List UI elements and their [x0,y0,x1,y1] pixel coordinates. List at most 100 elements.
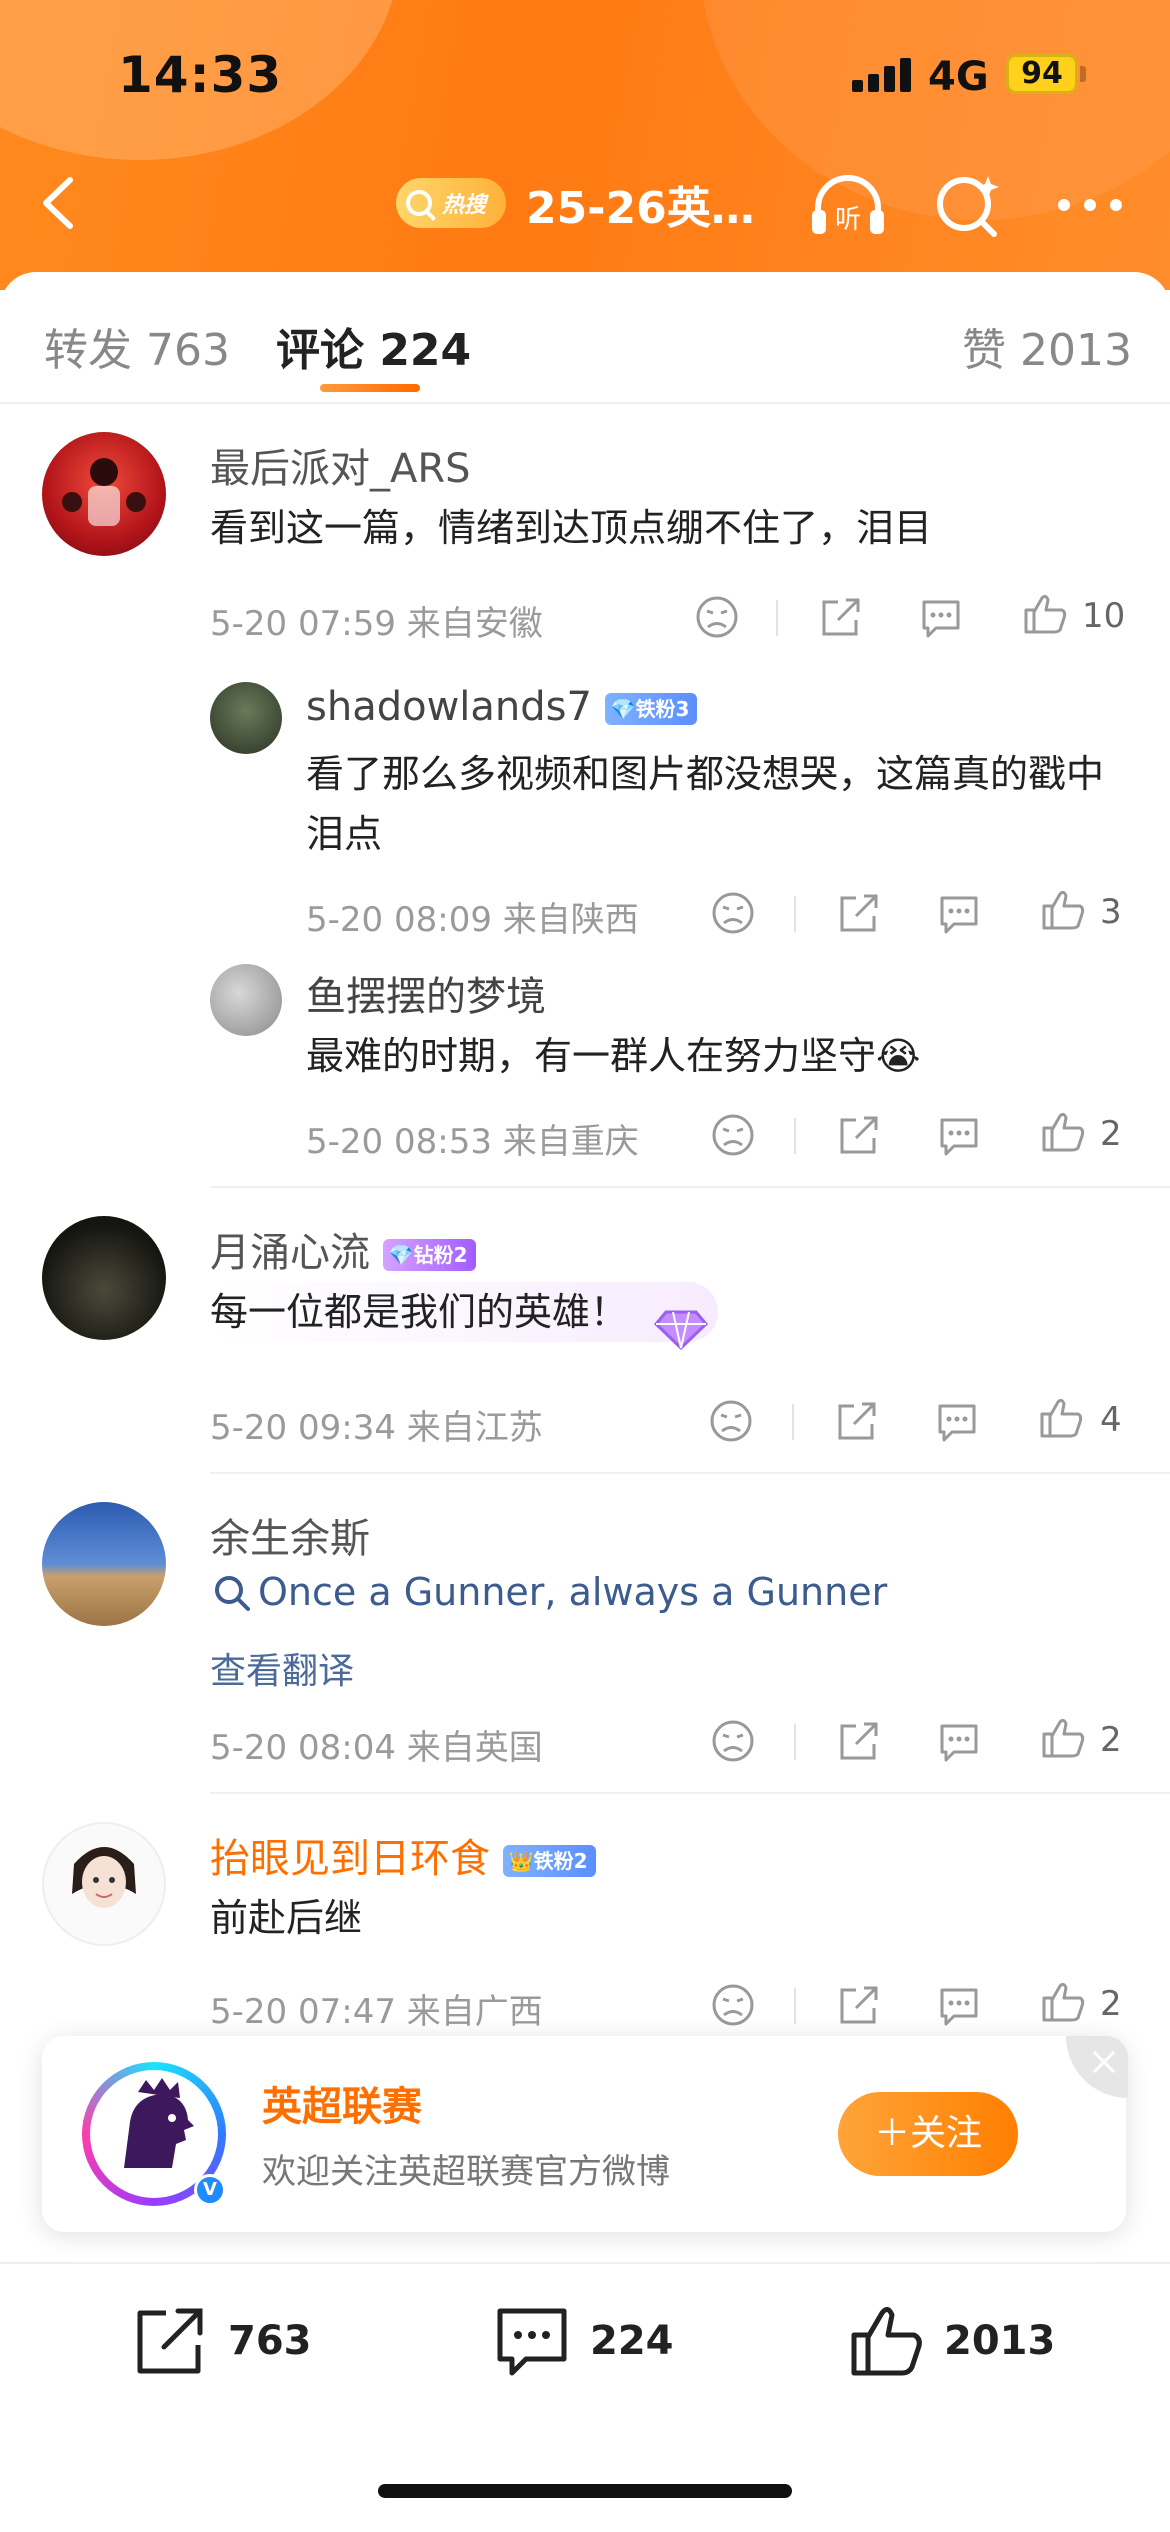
more-dots-icon [1058,199,1122,211]
tab-repost[interactable]: 转发 763 [44,314,230,378]
comment-icon [497,2308,567,2376]
reply-icon[interactable] [934,1110,984,1160]
separator [794,1988,796,2024]
like-count: 3 [1100,892,1122,932]
dislike-face-icon[interactable] [706,1396,756,1446]
avatar[interactable]: V [82,2062,226,2206]
dislike-face-icon[interactable] [708,888,758,938]
account-description: 欢迎关注英超联赛官方微博 [262,2152,670,2192]
battery-icon: 94 [1006,54,1078,94]
share-icon[interactable] [832,1396,882,1446]
like-count: 2 [1100,1720,1122,1760]
comment-username[interactable]: 月涌心流 💎钻粉2 [210,1220,476,1278]
headphones-icon: 听 [812,175,884,235]
follow-button[interactable]: ＋关注 [838,2092,1018,2176]
like-icon[interactable] [1038,884,1088,934]
like-icon[interactable] [1036,1392,1086,1442]
comment-meta: 5-20 07:47 来自广西 [210,1992,543,2032]
reply-icon[interactable] [934,1980,984,2030]
comment-username[interactable]: 抬眼见到日环食 👑铁粉2 [210,1826,596,1884]
like-count: 10 [1082,596,1126,636]
separator [794,1118,796,1154]
diamond-decoration-icon [653,1310,709,1351]
home-indicator[interactable] [378,2484,792,2498]
dislike-face-icon[interactable] [708,1716,758,1766]
hot-search-badge[interactable]: 热搜 [396,178,506,228]
reply-icon[interactable] [916,592,966,642]
repost-count: 763 [228,2318,312,2364]
translate-link[interactable]: 查看翻译 [210,1642,354,1694]
search-button[interactable] [928,170,1008,240]
share-icon[interactable] [834,888,884,938]
avatar-image [62,458,146,526]
like-icon[interactable] [1038,1106,1088,1156]
more-button[interactable] [1052,170,1132,240]
status-time: 14:33 [118,46,283,104]
close-icon [1092,2050,1116,2074]
avatar[interactable] [42,1822,166,1946]
account-name[interactable]: 英超联赛 [262,2074,422,2132]
dislike-face-icon[interactable] [708,1980,758,2030]
reply-text: 最难的时期，有一群人在努力坚守😭 [306,1034,921,1078]
comment-text: 每一位都是我们的英雄！ [210,1282,719,1342]
dislike-face-icon[interactable] [708,1110,758,1160]
avatar[interactable] [42,1502,166,1626]
avatar[interactable] [210,682,282,754]
share-icon [137,2308,203,2374]
back-button[interactable] [30,168,90,238]
reply-username[interactable]: shadowlands7 💎铁粉3 [306,684,698,730]
comment-meta: 5-20 07:59 来自安徽 [210,604,543,644]
comment-meta: 5-20 09:34 来自江苏 [210,1408,543,1448]
dislike-face-icon[interactable] [692,592,742,642]
tab-likes[interactable]: 赞 2013 [962,314,1132,378]
fan-badge: 💎钻粉2 [382,1239,476,1271]
reply-icon[interactable] [934,888,984,938]
tab-indicator [320,384,420,392]
reply-icon[interactable] [932,1396,982,1446]
separator [794,1724,796,1760]
like-icon[interactable] [1038,1712,1088,1762]
listen-label: 听 [835,205,861,235]
battery-cap [1080,66,1086,82]
like-icon[interactable] [1038,1976,1088,2026]
like-icon[interactable] [1020,588,1070,638]
comment-button[interactable]: 224 [492,2296,674,2386]
search-icon [215,1576,250,1611]
avatar-image [72,1847,136,1908]
share-icon[interactable] [834,1716,884,1766]
like-count: 2 [1100,1114,1122,1154]
fan-badge: 👑铁粉2 [502,1845,596,1877]
chevron-left-icon [43,177,73,229]
like-button[interactable]: 2013 [846,2296,1055,2386]
search-icon [406,190,432,216]
tab-bar: 转发 763 评论 224 赞 2013 [0,272,1170,404]
comment-username[interactable]: 余生余斯 [210,1506,370,1564]
reply-text: 看了那么多视频和图片都没想哭，这篇真的戳中 泪点 [306,752,1105,856]
top-header [0,0,1170,290]
avatar[interactable] [210,964,282,1036]
share-icon[interactable] [834,1110,884,1160]
share-icon[interactable] [834,1980,884,2030]
reply-meta: 5-20 08:53 来自重庆 [306,1122,639,1162]
verified-badge-icon: V [194,2174,226,2206]
comment-username[interactable]: 最后派对_ARS [210,436,471,494]
separator [794,896,796,932]
network-label: 4G [928,54,989,100]
tab-comments[interactable]: 评论 224 [276,314,471,378]
avatar[interactable] [42,1216,166,1340]
reply-username[interactable]: 鱼摆摆的梦境 [306,964,546,1022]
divider [210,1186,1170,1188]
repost-button[interactable]: 763 [130,2296,312,2386]
share-icon[interactable] [816,592,866,642]
separator [792,1404,794,1440]
comment-meta: 5-20 08:04 来自英国 [210,1728,543,1768]
topic-link[interactable]: Once a Gunner, always a Gunner [258,1570,887,1614]
listen-button[interactable]: 听 [808,170,888,240]
comment-count: 224 [590,2318,674,2364]
signal-icon [852,58,912,92]
reply-icon[interactable] [934,1716,984,1766]
reply-meta: 5-20 08:09 来自陕西 [306,900,639,940]
avatar[interactable] [42,432,166,556]
divider [210,1792,1170,1794]
page-title[interactable]: 25-26英… [526,172,755,236]
